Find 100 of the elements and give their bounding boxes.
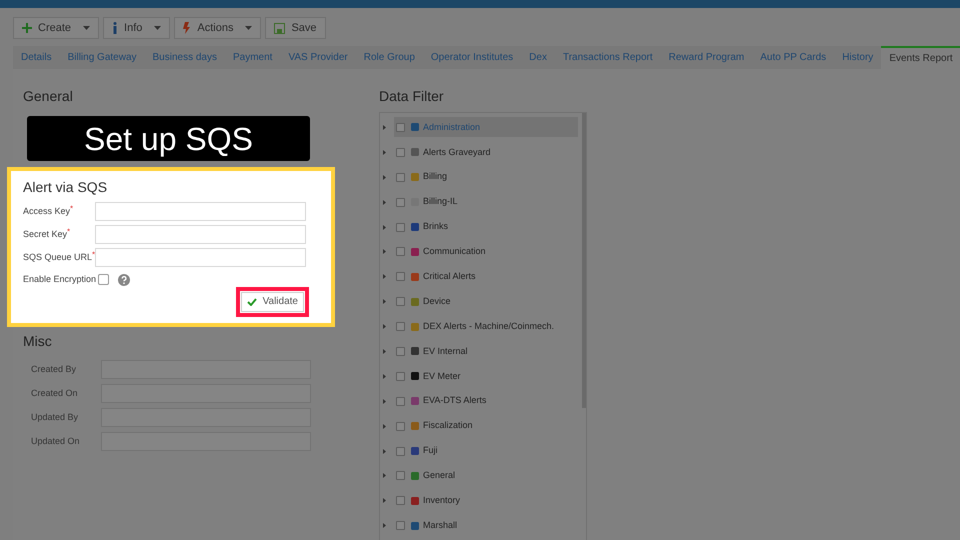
tree-item[interactable]: Billing-IL [394,192,578,212]
expand-arrow-icon [383,498,386,504]
category-icon [410,470,420,481]
card-title: Alert via SQS [23,178,108,197]
tab[interactable]: Business days [144,46,225,69]
category-icon [410,496,420,506]
tab[interactable]: Dex [521,46,555,69]
checkbox[interactable] [396,446,405,456]
tree-item[interactable]: Device [394,292,578,312]
checkbox[interactable] [396,396,405,406]
tree-label: Communication [423,245,486,258]
tree-item[interactable]: EVA-DTS Alerts [394,391,578,412]
expand-arrow-icon [383,174,386,180]
tree-label: Fiscalization [423,419,473,432]
tree-item[interactable]: DEX Alerts - Machine/Coinmech. [394,316,578,337]
field-label: Access Key [23,204,70,218]
tree-item[interactable]: Inventory [394,490,578,511]
checkbox[interactable] [396,346,405,356]
checkbox[interactable] [396,122,405,132]
validate-button[interactable]: Validate [240,292,304,312]
checkbox[interactable] [396,372,405,381]
category-icon [410,371,420,382]
checkbox[interactable] [396,172,405,182]
checkbox[interactable] [396,222,405,232]
checkbox[interactable] [396,496,405,506]
toolbar-button[interactable]: Create [13,17,100,39]
tab[interactable]: Billing Gateway [60,46,144,69]
required-mark: * [67,228,70,236]
tree-item[interactable]: Critical Alerts [394,266,578,287]
tree-label: EV Meter [423,370,461,383]
checkbox[interactable] [396,422,405,431]
tree-label: EVA-DTS Alerts [423,394,486,408]
expand-arrow-icon [383,150,386,155]
field-label: Created On [31,386,79,400]
tree-item[interactable]: Communication [394,242,578,262]
checkbox[interactable] [396,297,405,306]
tree-item[interactable]: General [394,466,578,486]
tab[interactable]: Role Group [356,46,423,69]
tree-label: DEX Alerts - Machine/Coinmech. [423,320,554,333]
tree-item[interactable]: Marshall [394,516,578,536]
category-icon [410,346,420,356]
tree-label: Billing [423,170,448,184]
tree-item[interactable]: Billing [394,167,578,188]
tree-item[interactable]: Fuji [394,441,578,462]
expand-arrow-icon [383,424,386,429]
text-field[interactable] [95,225,306,244]
tab[interactable]: Events Report [881,46,960,69]
tab[interactable]: History [834,46,882,69]
tab[interactable]: Transactions Report [554,46,661,69]
caret-icon [83,26,90,30]
text-field[interactable] [95,202,306,221]
lightning-icon [183,22,192,34]
tree-item[interactable]: EV Internal [394,341,578,362]
tree-label: Brinks [423,220,448,234]
category-icon [410,147,420,158]
checkbox[interactable] [396,272,405,282]
checkbox[interactable] [396,148,405,157]
expand-arrow-icon [383,398,386,404]
toolbar-button[interactable]: Actions [174,17,262,39]
tree-item[interactable]: Fiscalization [394,416,578,436]
checkbox[interactable] [396,198,405,207]
check-icon [246,298,257,306]
expand-arrow-icon [383,473,386,478]
expand-arrow-icon [383,124,386,130]
category-icon [410,396,420,406]
field-label: Updated On [31,434,81,448]
tab[interactable]: Reward Program [660,46,752,69]
tab[interactable]: Operator Institutes [422,46,522,69]
checkbox[interactable] [396,471,405,480]
category-icon [410,272,420,282]
category-icon [410,446,420,456]
field-label: Created By [31,362,78,376]
tree-item[interactable]: EV Meter [394,366,578,386]
checkbox[interactable] [396,247,405,256]
tree-item[interactable]: Brinks [394,217,578,237]
category-icon [410,222,420,232]
banner: Set up SQS [27,116,310,161]
caret-icon [245,26,252,30]
tree-label: Alerts Graveyard [423,146,491,159]
checkbox[interactable] [396,322,405,332]
expand-arrow-icon [383,448,386,454]
tree-item[interactable]: Alerts Graveyard [394,142,578,162]
category-icon [410,520,420,531]
expand-arrow-icon [383,299,386,304]
toolbar-button[interactable]: Save [265,17,326,39]
tab[interactable]: VAS Provider [280,46,356,69]
plus-icon [22,23,32,33]
tab[interactable]: Details [13,46,60,69]
text-field[interactable] [95,248,306,267]
tab[interactable]: Auto PP Cards [752,46,834,69]
tree-label: Device [423,294,451,308]
checkbox[interactable] [98,274,110,286]
section-title: Data Filter [379,87,445,106]
toolbar-button[interactable]: Info [103,17,170,39]
tree-label: Critical Alerts [423,270,476,284]
checkbox[interactable] [396,521,405,530]
field-label: Secret Key [23,228,68,241]
expand-arrow-icon [383,523,386,528]
tree-item[interactable]: Administration [394,117,578,138]
tab[interactable]: Payment [224,46,280,69]
